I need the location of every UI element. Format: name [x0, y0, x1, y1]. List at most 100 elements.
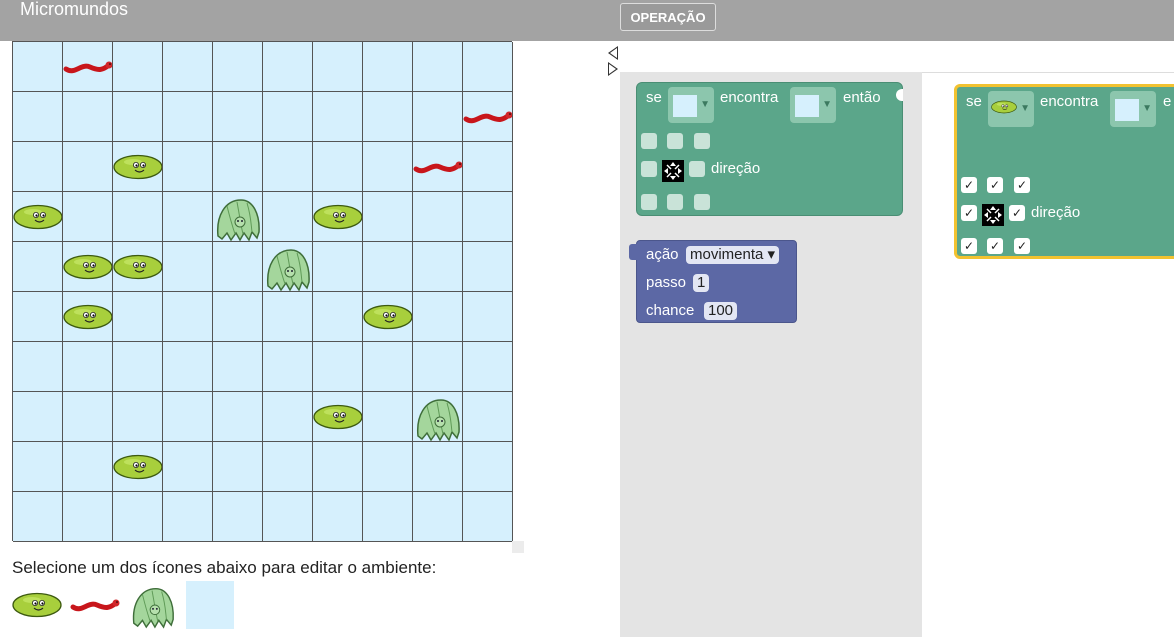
grid-cell[interactable] [263, 392, 313, 442]
grid-cell[interactable] [413, 142, 463, 192]
grid-cell[interactable] [113, 142, 163, 192]
grid-cell[interactable] [413, 242, 463, 292]
grid-cell[interactable] [313, 142, 363, 192]
direction-checkbox[interactable]: ✓ [961, 177, 977, 193]
direction-checkbox[interactable]: ✓ [1009, 205, 1025, 221]
grid-cell[interactable] [313, 192, 363, 242]
grid-cell[interactable] [163, 242, 213, 292]
direction-checkbox[interactable] [694, 133, 710, 149]
palette-tardigrade-icon[interactable] [128, 581, 178, 629]
grid-cell[interactable] [113, 92, 163, 142]
grid-cell[interactable] [163, 492, 213, 542]
grid-cell[interactable] [113, 192, 163, 242]
collapse-left-icon[interactable] [608, 46, 618, 60]
grid-cell[interactable] [313, 242, 363, 292]
grid-cell[interactable] [113, 492, 163, 542]
grid-cell[interactable] [263, 492, 313, 542]
grid-cell[interactable] [163, 42, 213, 92]
grid-cell[interactable] [313, 442, 363, 492]
direction-checkbox[interactable] [694, 194, 710, 210]
grid-cell[interactable] [413, 342, 463, 392]
grid-cell[interactable] [63, 92, 113, 142]
grid-cell[interactable] [463, 242, 513, 292]
grid-cell[interactable] [313, 292, 363, 342]
palette-worm-icon[interactable] [70, 596, 120, 614]
grid-cell[interactable] [163, 392, 213, 442]
action-dropdown[interactable]: movimenta ▾ [686, 246, 780, 264]
environment-grid[interactable] [12, 41, 513, 542]
grid-cell[interactable] [113, 392, 163, 442]
grid-cell[interactable] [63, 192, 113, 242]
grid-cell[interactable] [263, 242, 313, 292]
grid-cell[interactable] [213, 342, 263, 392]
grid-cell[interactable] [463, 492, 513, 542]
grid-cell[interactable] [263, 92, 313, 142]
grid-cell[interactable] [463, 292, 513, 342]
grid-cell[interactable] [363, 392, 413, 442]
grid-cell[interactable] [213, 392, 263, 442]
grid-cell[interactable] [413, 192, 463, 242]
grid-cell[interactable] [363, 92, 413, 142]
grid-cell[interactable] [313, 342, 363, 392]
grid-cell[interactable] [263, 42, 313, 92]
grid-cell[interactable] [63, 442, 113, 492]
grid-cell[interactable] [463, 192, 513, 242]
direction-checkbox[interactable] [641, 194, 657, 210]
direction-checkbox[interactable] [667, 194, 683, 210]
grid-cell[interactable] [113, 242, 163, 292]
direction-checkbox[interactable] [689, 161, 705, 177]
grid-cell[interactable] [263, 442, 313, 492]
grid-cell[interactable] [413, 442, 463, 492]
rule-block[interactable]: se ▼ encontra ▼ e ✓ ✓ ✓ ✓ ✓ direção ✓ ✓ … [954, 84, 1174, 259]
grid-cell[interactable] [113, 42, 163, 92]
rule-block-template[interactable]: se ▼ encontra ▼ então direção [636, 82, 903, 216]
grid-cell[interactable] [413, 42, 463, 92]
palette-empty-icon[interactable] [186, 581, 234, 629]
grid-cell[interactable] [13, 392, 63, 442]
grid-cell[interactable] [163, 442, 213, 492]
direction-checkbox[interactable] [641, 133, 657, 149]
grid-cell[interactable] [63, 342, 113, 392]
grid-cell[interactable] [213, 192, 263, 242]
grid-cell[interactable] [463, 42, 513, 92]
grid-cell[interactable] [63, 242, 113, 292]
grid-cell[interactable] [313, 492, 363, 542]
grid-cell[interactable] [363, 492, 413, 542]
operation-button[interactable]: OPERAÇÃO [620, 3, 716, 31]
direction-checkbox[interactable]: ✓ [961, 238, 977, 254]
grid-cell[interactable] [413, 292, 463, 342]
grid-cell[interactable] [413, 92, 463, 142]
grid-cell[interactable] [63, 392, 113, 442]
grid-cell[interactable] [13, 242, 63, 292]
grid-cell[interactable] [213, 492, 263, 542]
grid-cell[interactable] [463, 442, 513, 492]
grid-cell[interactable] [213, 242, 263, 292]
grid-cell[interactable] [213, 142, 263, 192]
grid-cell[interactable] [213, 42, 263, 92]
direction-checkbox[interactable]: ✓ [961, 205, 977, 221]
direction-checkbox[interactable]: ✓ [1014, 177, 1030, 193]
target-dropdown[interactable]: ▼ [1110, 91, 1156, 127]
grid-cell[interactable] [363, 142, 413, 192]
grid-cell[interactable] [63, 42, 113, 92]
palette-bean-icon[interactable] [12, 592, 62, 618]
grid-cell[interactable] [63, 142, 113, 192]
grid-cell[interactable] [363, 192, 413, 242]
grid-cell[interactable] [63, 292, 113, 342]
grid-cell[interactable] [313, 392, 363, 442]
grid-cell[interactable] [213, 292, 263, 342]
collapse-right-icon[interactable] [608, 62, 618, 76]
grid-cell[interactable] [113, 442, 163, 492]
direction-checkbox[interactable]: ✓ [987, 177, 1003, 193]
grid-cell[interactable] [213, 442, 263, 492]
grid-cell[interactable] [363, 42, 413, 92]
grid-cell[interactable] [163, 142, 213, 192]
grid-cell[interactable] [263, 192, 313, 242]
grid-cell[interactable] [13, 442, 63, 492]
grid-cell[interactable] [13, 142, 63, 192]
grid-cell[interactable] [163, 342, 213, 392]
subject-dropdown[interactable]: ▼ [988, 91, 1034, 127]
grid-cell[interactable] [163, 92, 213, 142]
grid-cell[interactable] [363, 342, 413, 392]
grid-cell[interactable] [13, 292, 63, 342]
